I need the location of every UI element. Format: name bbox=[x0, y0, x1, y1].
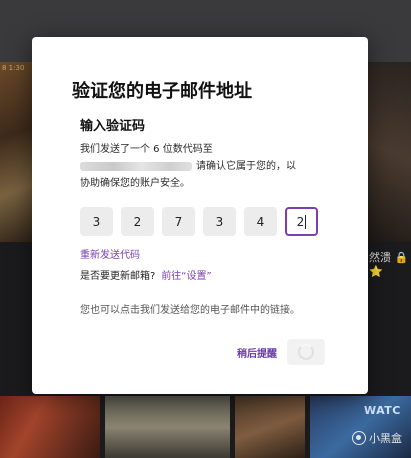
code-digit-1[interactable]: 3 bbox=[80, 207, 113, 236]
verification-code-inputs: 3 2 7 3 4 2 bbox=[80, 207, 318, 236]
dialog-description: 我们发送了一个 6 位数代码至 请确认它属于您的，以 协助确保您的账户安全。 bbox=[80, 141, 330, 192]
desc-line-2-text: 请确认它属于您的，以 bbox=[196, 161, 296, 172]
desc-line-3: 协助确保您的账户安全。 bbox=[80, 178, 190, 189]
dialog-footer: 稍后提醒 bbox=[237, 339, 325, 365]
submit-button[interactable] bbox=[287, 339, 325, 365]
code-digit-6[interactable]: 2 bbox=[285, 207, 318, 236]
code-digit-6-value: 2 bbox=[296, 214, 305, 229]
background-corner-text: 8 1:30 bbox=[2, 64, 25, 72]
update-email-question: 是否要更新邮箱? bbox=[80, 271, 156, 282]
code-digit-4[interactable]: 3 bbox=[203, 207, 236, 236]
loading-spinner-icon bbox=[298, 344, 314, 360]
dialog-title: 验证您的电子邮件地址 bbox=[72, 81, 252, 102]
background-thumbnail bbox=[235, 396, 305, 458]
background-right-text: 然溃 🔒 ⭐ bbox=[369, 251, 409, 278]
resend-code-link[interactable]: 重新发送代码 bbox=[80, 246, 140, 261]
dialog-subtitle: 输入验证码 bbox=[80, 119, 146, 134]
text-caret bbox=[305, 214, 307, 229]
redacted-email bbox=[80, 161, 192, 171]
watermark-logo-icon bbox=[352, 431, 366, 445]
background-thumbnail bbox=[0, 396, 100, 458]
desc-line-2: 请确认它属于您的，以 bbox=[80, 158, 330, 175]
remind-later-button[interactable]: 稍后提醒 bbox=[237, 345, 277, 360]
code-digit-3[interactable]: 7 bbox=[162, 207, 195, 236]
desc-line-1: 我们发送了一个 6 位数代码至 bbox=[80, 144, 213, 155]
code-digit-5[interactable]: 4 bbox=[244, 207, 277, 236]
background-thumbnail bbox=[105, 396, 230, 458]
verify-email-dialog: 验证您的电子邮件地址 输入验证码 我们发送了一个 6 位数代码至 请确认它属于您… bbox=[32, 37, 368, 394]
update-email-row: 是否要更新邮箱? 前往“设置” bbox=[80, 267, 212, 282]
code-digit-2[interactable]: 2 bbox=[121, 207, 154, 236]
watermark-text: 小黑盒 bbox=[369, 432, 402, 445]
email-link-note: 您也可以点击我们发送给您的电子邮件中的链接。 bbox=[80, 305, 300, 316]
go-to-settings-link[interactable]: 前往“设置” bbox=[161, 271, 211, 282]
background-thumbnail bbox=[0, 62, 34, 242]
background-bottom-text: WATC bbox=[364, 404, 401, 417]
watermark: 小黑盒 bbox=[352, 430, 402, 446]
background-thumbnail bbox=[368, 62, 411, 242]
